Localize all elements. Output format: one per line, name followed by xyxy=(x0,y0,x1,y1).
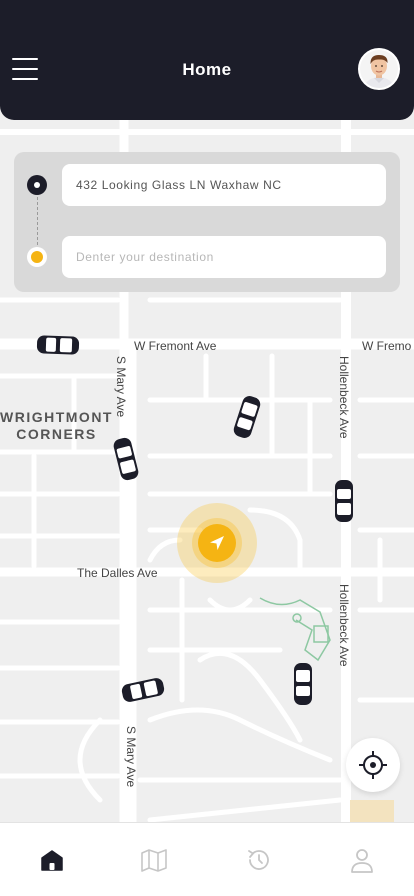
nav-history[interactable] xyxy=(241,845,277,875)
page-title: Home xyxy=(182,60,232,79)
user-photo-icon xyxy=(360,50,398,88)
street-label-mary-bottom: S Mary Ave xyxy=(124,726,138,788)
street-label-hollenbeck-top: Hollenbeck Ave xyxy=(337,356,351,439)
navigation-arrow-icon xyxy=(210,536,224,550)
bottom-nav xyxy=(0,822,414,896)
street-label-hollenbeck-bottom: Hollenbeck Ave xyxy=(337,584,351,667)
nav-map[interactable] xyxy=(136,845,172,875)
pickup-input[interactable] xyxy=(62,164,386,206)
history-icon xyxy=(248,850,269,870)
street-label-fremont: W Fremont Ave xyxy=(134,339,217,353)
current-location-marker[interactable] xyxy=(198,524,236,562)
nav-home[interactable] xyxy=(34,845,70,875)
avatar[interactable] xyxy=(358,48,400,90)
destination-input[interactable] xyxy=(62,236,386,278)
map-view[interactable]: W Fremont Ave W Fremo The Dalles Ave S M… xyxy=(0,0,414,822)
nav-profile[interactable] xyxy=(344,845,380,875)
area-label: WRIGHTMONT CORNERS xyxy=(0,409,113,443)
home-icon xyxy=(41,850,63,871)
car-icon xyxy=(36,335,80,355)
street-label-mary-top: S Mary Ave xyxy=(114,356,128,418)
route-connector xyxy=(37,197,38,245)
street-label-dalles: The Dalles Ave xyxy=(77,566,158,580)
area-label-line2: CORNERS xyxy=(16,426,97,442)
map-icon xyxy=(141,849,167,872)
car-icon xyxy=(294,663,312,705)
crosshair-icon xyxy=(359,751,387,779)
recenter-button[interactable] xyxy=(346,738,400,792)
street-label-fremont-right: W Fremo xyxy=(362,339,412,353)
pickup-dot-icon xyxy=(27,175,47,195)
destination-dot-icon xyxy=(27,247,47,267)
area-label-line1: WRIGHTMONT xyxy=(0,409,113,425)
car-icon xyxy=(335,480,353,522)
app-header: Home xyxy=(0,0,414,120)
profile-icon xyxy=(351,849,373,873)
